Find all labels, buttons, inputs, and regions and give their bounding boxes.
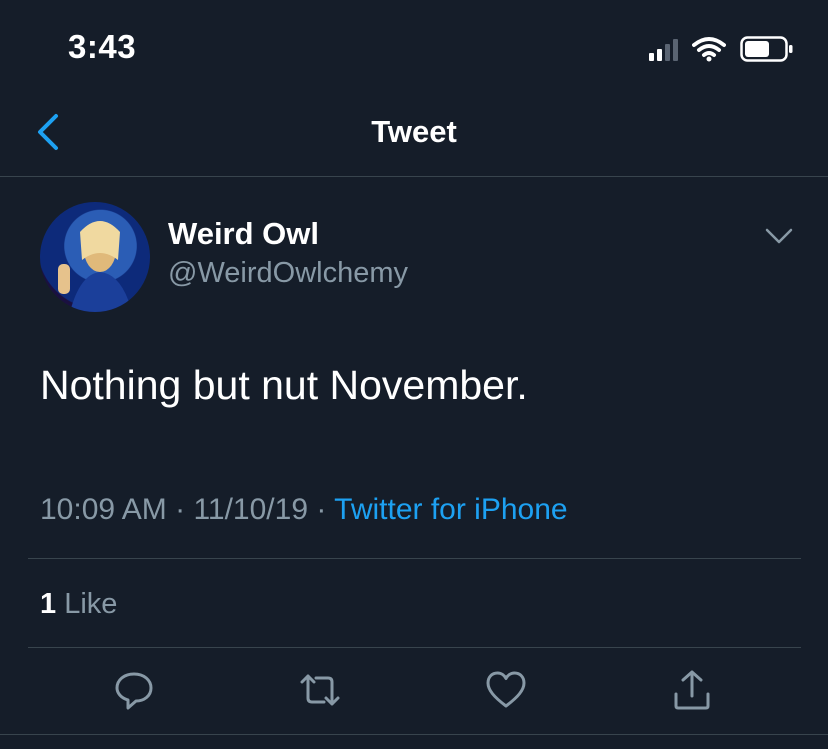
reply-icon[interactable] — [112, 668, 156, 712]
status-icons — [649, 36, 794, 62]
divider — [28, 647, 801, 648]
tweet-text: Nothing but nut November. — [40, 362, 528, 408]
user-handle[interactable]: @WeirdOwlchemy — [168, 257, 408, 290]
like-label: Like — [64, 588, 118, 620]
meta-separator: · — [175, 493, 186, 526]
chevron-down-icon[interactable] — [764, 226, 794, 246]
avatar-image — [58, 221, 132, 312]
tweet-source-link[interactable]: Twitter for iPhone — [334, 493, 567, 526]
display-name[interactable]: Weird Owl — [168, 216, 319, 252]
tweet-screen: 3:43 Tweet Weird Owl @WeirdOwlchemy Noth… — [0, 0, 828, 749]
heart-icon[interactable] — [484, 668, 528, 712]
tweet-meta: 10:09 AM · 11/10/19 · Twitter for iPhone — [40, 493, 568, 527]
bottom-divider — [0, 734, 828, 735]
likes-summary[interactable]: 1 Like — [40, 588, 117, 621]
like-count: 1 — [40, 588, 57, 620]
share-icon[interactable] — [670, 668, 714, 712]
action-bar — [0, 668, 828, 718]
battery-icon — [740, 36, 793, 62]
avatar[interactable] — [40, 202, 150, 312]
nav-bar: Tweet — [0, 90, 828, 177]
page-title: Tweet — [371, 114, 457, 149]
divider — [28, 558, 801, 559]
signal-icon — [649, 37, 678, 61]
retweet-icon[interactable] — [298, 668, 342, 712]
meta-separator: · — [316, 493, 327, 526]
tweet-time: 10:09 AM — [40, 493, 167, 526]
wifi-icon — [692, 37, 726, 62]
status-time: 3:43 — [68, 28, 137, 65]
tweet-date: 11/10/19 — [193, 493, 309, 526]
